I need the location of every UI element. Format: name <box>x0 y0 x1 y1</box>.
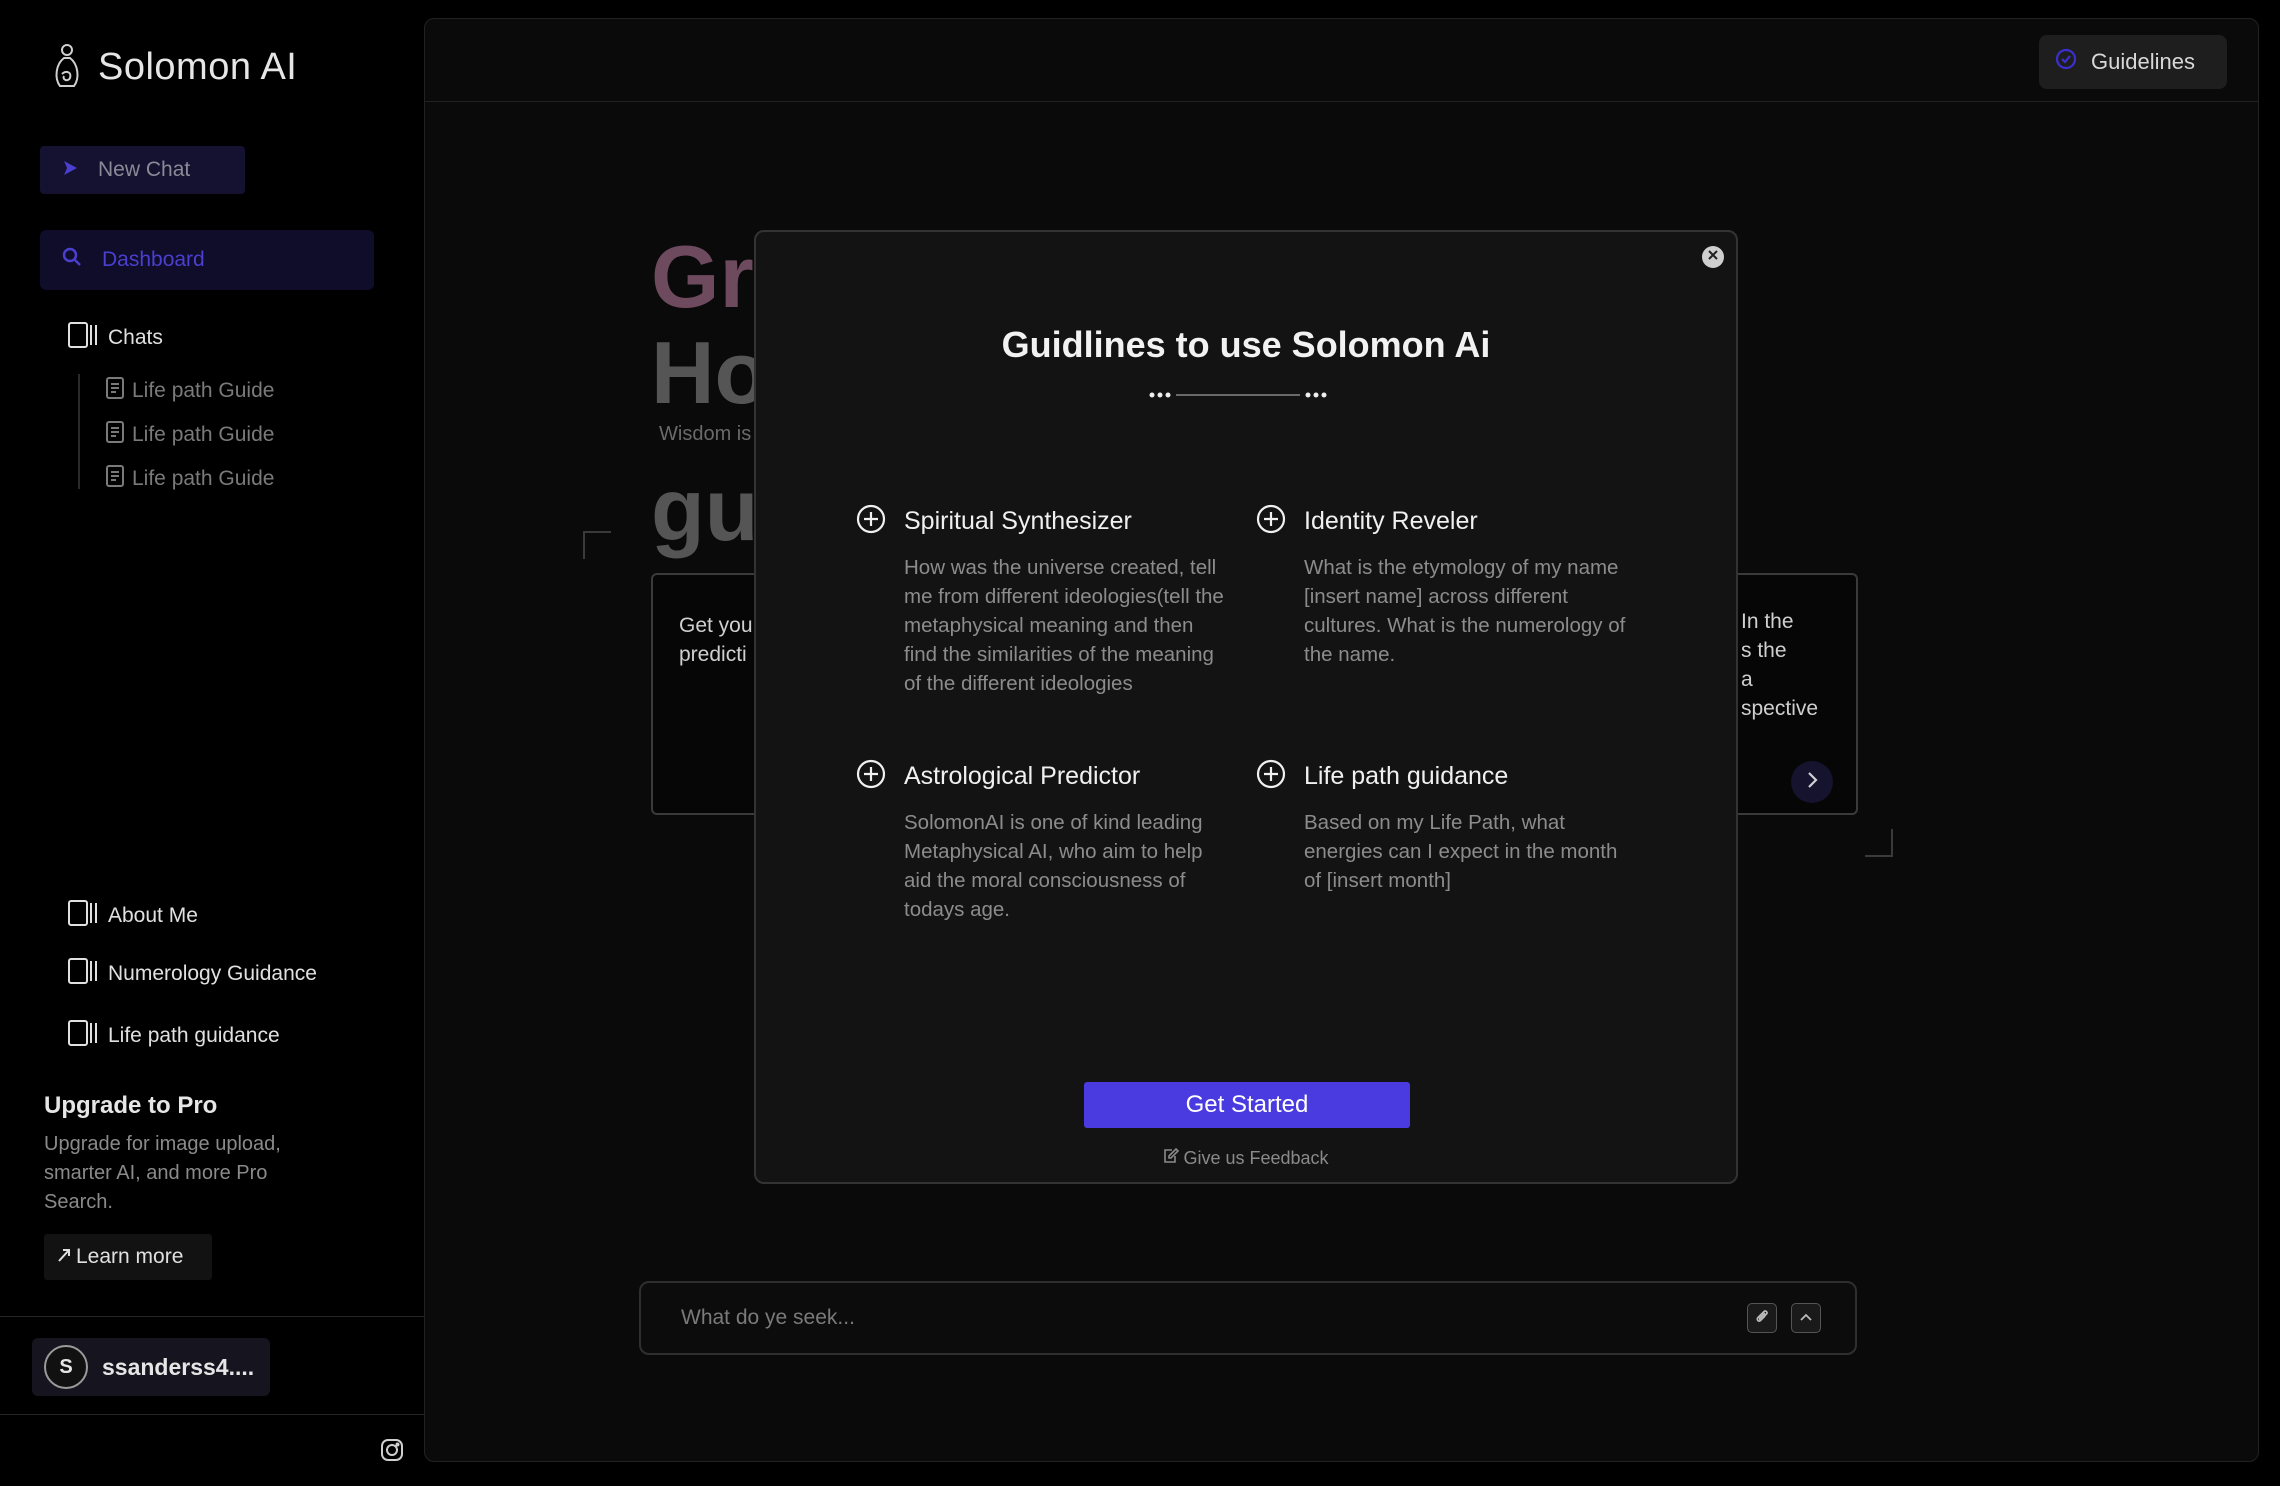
guidelines-button[interactable]: Guidelines <box>2039 35 2227 89</box>
user-name: ssanderss4.... <box>102 1353 255 1380</box>
edit-icon <box>1163 1147 1180 1169</box>
chat-input-bar <box>639 1281 1857 1355</box>
chat-item-label: Life path Guide <box>132 379 275 402</box>
learn-more-label: Learn more <box>76 1245 184 1268</box>
new-chat-button[interactable]: New Chat <box>40 146 245 194</box>
learn-more-button[interactable]: Learn more <box>44 1234 212 1280</box>
chat-item[interactable]: Life path Guide <box>106 421 274 449</box>
panel-icon <box>68 1020 98 1052</box>
sidebar-item-life-path[interactable]: Life path guidance <box>68 1020 280 1052</box>
avatar: S <box>44 1345 88 1389</box>
feature-title: Identity Reveler <box>1304 507 1478 535</box>
feature-description: SolomonAI is one of kind leading Metaphy… <box>904 811 1203 921</box>
sidebar-item-chats[interactable]: Chats <box>68 322 163 354</box>
about-me-label: About Me <box>108 904 198 927</box>
feature-description: How was the universe created, tell me fr… <box>904 556 1224 695</box>
next-arrow-button[interactable] <box>1791 761 1833 803</box>
suggestion-text-right: In the s the a spective <box>1741 610 1819 720</box>
dashboard-label: Dashboard <box>102 248 205 271</box>
topbar-divider <box>425 101 2258 102</box>
chevron-right-icon <box>1805 771 1819 794</box>
feature-title: Astrological Predictor <box>904 762 1141 790</box>
plus-circle-icon <box>1256 759 1286 794</box>
panel-icon <box>68 900 98 932</box>
feature-life-path-guidance[interactable]: Life path guidance Based on my Life Path… <box>1256 759 1626 895</box>
upgrade-description: Upgrade for image upload, smarter AI, an… <box>44 1133 281 1213</box>
chat-item[interactable]: Life path Guide <box>106 377 274 405</box>
solomon-logo-icon <box>50 42 84 93</box>
paperclip-icon <box>1754 1308 1770 1329</box>
close-icon <box>1707 248 1719 266</box>
chats-label: Chats <box>108 326 163 349</box>
user-profile[interactable]: S ssanderss4.... <box>32 1338 270 1396</box>
plus-circle-icon <box>1256 504 1286 539</box>
plus-circle-icon <box>856 504 886 539</box>
feature-description: What is the etymology of my name [insert… <box>1304 556 1626 666</box>
upgrade-title: Upgrade to Pro <box>44 1092 218 1119</box>
brand-title: Solomon AI <box>98 46 298 88</box>
chats-tree-line <box>78 374 80 489</box>
submit-button[interactable] <box>1791 1303 1821 1333</box>
feature-description: Based on my Life Path, what energies can… <box>1304 811 1618 892</box>
attach-button[interactable] <box>1747 1303 1777 1333</box>
arrow-up-right-icon <box>56 1245 72 1269</box>
chat-item[interactable]: Life path Guide <box>106 465 274 493</box>
hero-line-3: gu <box>651 460 759 559</box>
document-icon <box>106 421 124 449</box>
hero-subtitle: Wisdom is <box>659 423 752 445</box>
panel-icon <box>68 322 98 354</box>
guidelines-icon <box>2055 48 2077 76</box>
hero-line-1: Gr <box>651 227 754 326</box>
sidebar-item-numerology[interactable]: Numerology Guidance <box>68 958 317 990</box>
sidebar: Solomon AI New Chat Dashboard Chats Life… <box>0 0 424 1486</box>
corner-bracket <box>583 531 611 559</box>
corner-bracket <box>1865 829 1893 857</box>
play-icon <box>62 158 78 182</box>
life-path-label: Life path guidance <box>108 1024 280 1047</box>
title-divider <box>1148 388 1328 400</box>
chevron-up-icon <box>1799 1309 1813 1327</box>
feedback-label: Give us Feedback <box>1183 1148 1329 1168</box>
hero-heading: Gr Ho <box>651 229 768 421</box>
chat-input[interactable] <box>681 1306 1681 1330</box>
document-icon <box>106 465 124 493</box>
instagram-icon[interactable] <box>380 1438 404 1467</box>
plus-circle-icon <box>856 759 886 794</box>
guidelines-modal: Guidlines to use Solomon Ai Spiritual Sy… <box>754 230 1738 1184</box>
feature-spiritual-synthesizer[interactable]: Spiritual Synthesizer How was the univer… <box>856 504 1226 698</box>
panel-icon <box>68 958 98 990</box>
new-chat-label: New Chat <box>98 158 191 181</box>
divider <box>0 1316 424 1317</box>
feature-title: Life path guidance <box>1304 762 1509 790</box>
feature-identity-reveler[interactable]: Identity Reveler What is the etymology o… <box>1256 504 1626 669</box>
suggestion-text-left: Get you predicti <box>679 614 753 666</box>
numerology-label: Numerology Guidance <box>108 962 317 985</box>
close-button[interactable] <box>1702 246 1724 268</box>
chat-item-label: Life path Guide <box>132 423 275 446</box>
hero-line-2: Ho <box>651 323 769 422</box>
search-icon <box>62 247 82 273</box>
chat-item-label: Life path Guide <box>132 467 275 490</box>
get-started-button[interactable]: Get Started <box>1084 1082 1410 1128</box>
dashboard-button[interactable]: Dashboard <box>40 230 374 290</box>
feature-astrological-predictor[interactable]: Astrological Predictor SolomonAI is one … <box>856 759 1226 924</box>
modal-title: Guidlines to use Solomon Ai <box>1001 324 1491 365</box>
feature-title: Spiritual Synthesizer <box>904 507 1132 535</box>
brand[interactable]: Solomon AI <box>50 42 297 93</box>
document-icon <box>106 377 124 405</box>
feedback-link[interactable]: Give us Feedback <box>756 1147 1736 1169</box>
sidebar-item-about-me[interactable]: About Me <box>68 900 198 932</box>
guidelines-label: Guidelines <box>2091 49 2195 74</box>
divider <box>0 1414 424 1415</box>
